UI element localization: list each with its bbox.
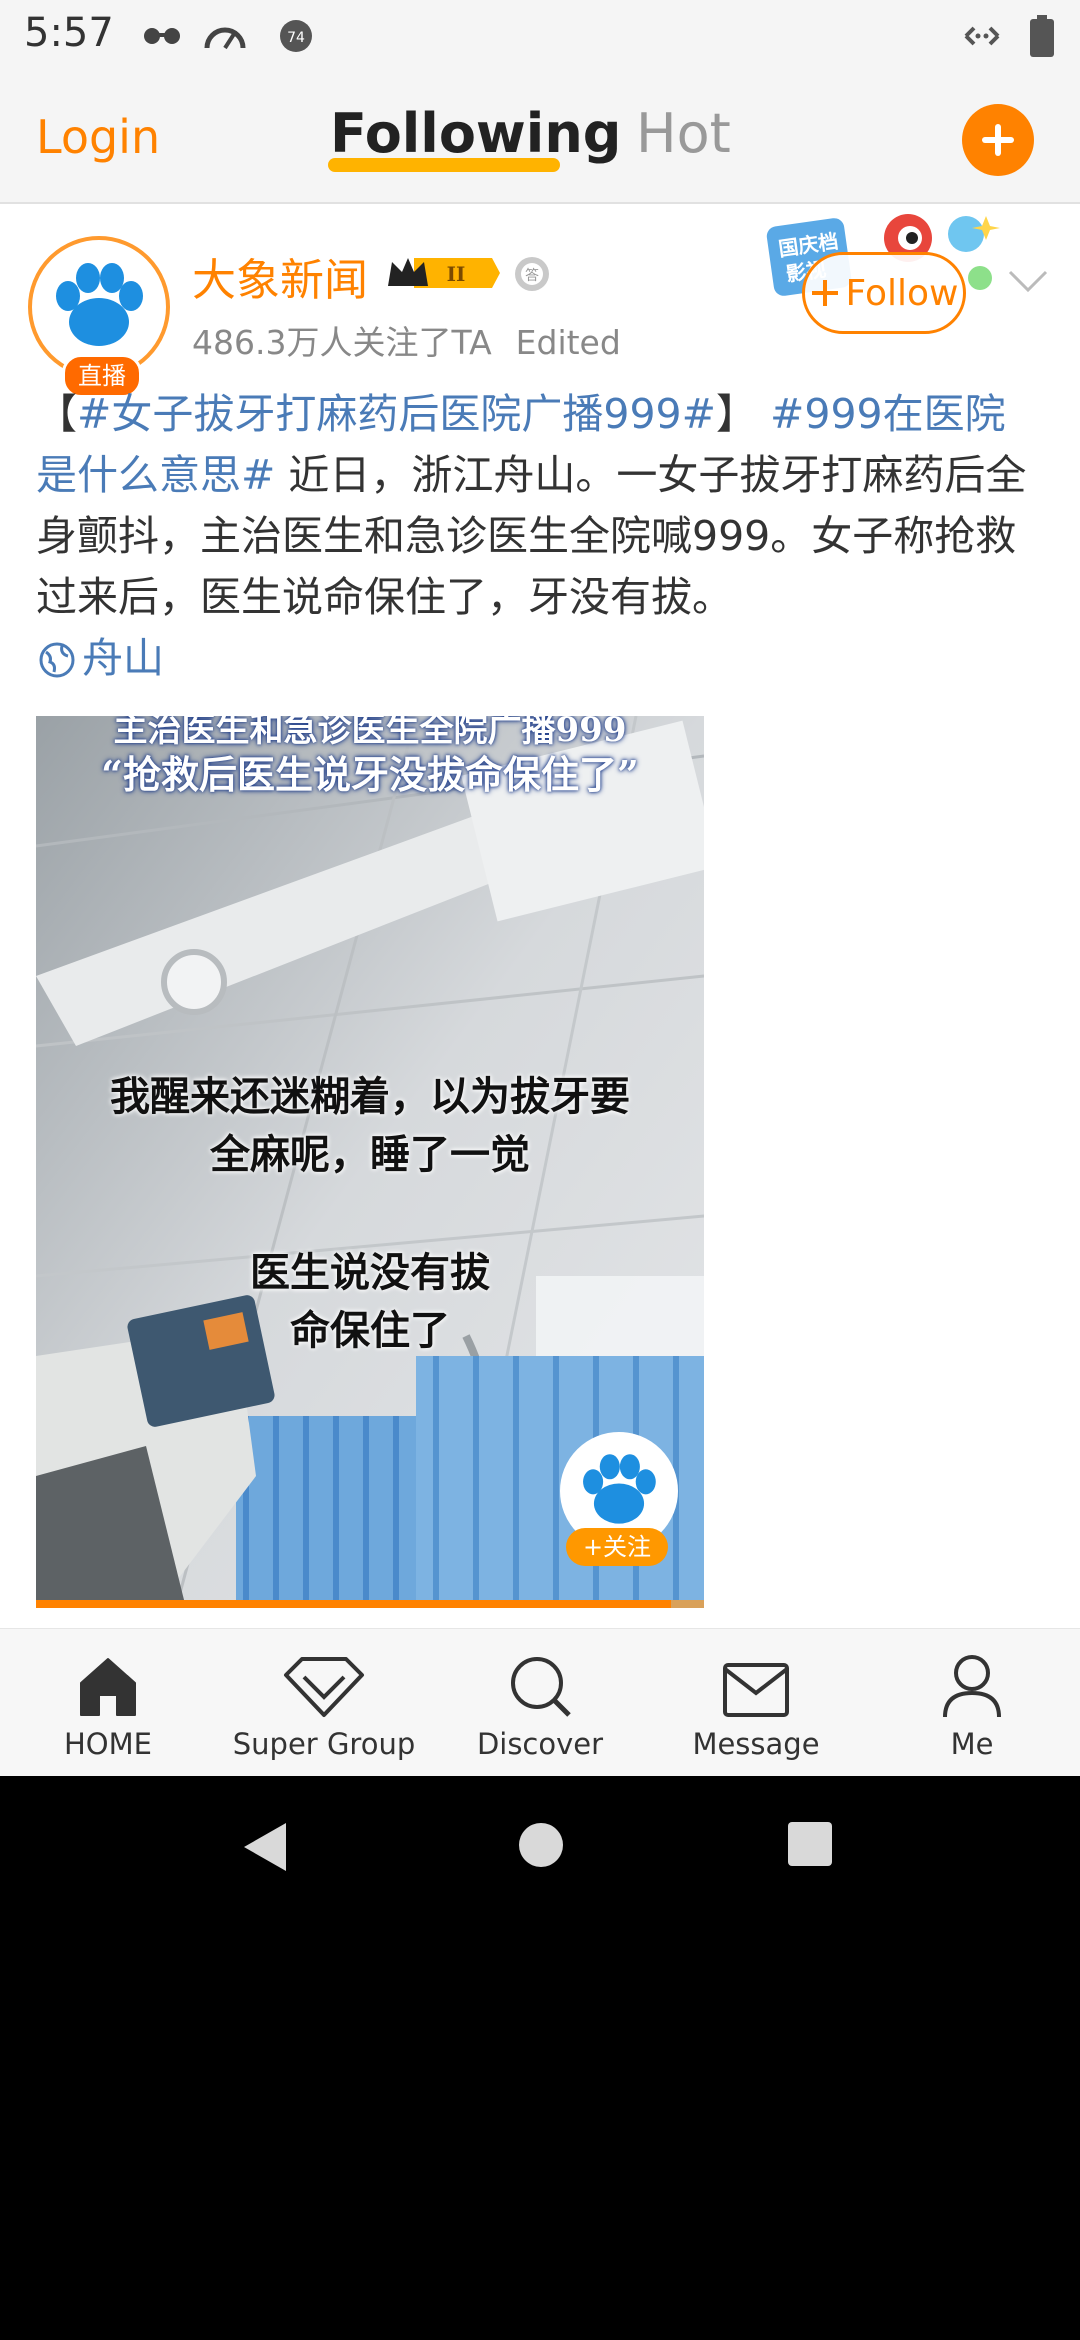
diamond-icon bbox=[224, 1647, 424, 1719]
app-screen: 5:57 74 Login Following Hot 直播 大象新闻 II 答… bbox=[0, 0, 1080, 1776]
home-circle-icon[interactable] bbox=[516, 1820, 566, 1870]
edited-label: Edited bbox=[515, 323, 621, 362]
system-nav-bar bbox=[0, 1776, 1080, 1916]
search-icon bbox=[440, 1647, 640, 1719]
caption-2-line-2: 命保住了 bbox=[290, 1307, 450, 1354]
author-name[interactable]: 大象新闻 bbox=[192, 244, 368, 308]
incognito-icon bbox=[140, 14, 184, 62]
plus-icon bbox=[811, 280, 838, 306]
video-progress-fill bbox=[36, 1600, 671, 1608]
bracket-open: 【 bbox=[36, 390, 77, 438]
video-caption-1: 我醒来还迷糊着，以为拔牙要 全麻呢，睡了一觉 bbox=[36, 1068, 704, 1184]
nav-super-group-label: Super Group bbox=[232, 1727, 416, 1761]
bottom-nav: HOME Super Group Discover Message Me bbox=[0, 1628, 1080, 1776]
location-link[interactable]: 舟山 bbox=[36, 628, 164, 689]
hashtag-link[interactable]: #女子拔牙打麻药后医院广播999# bbox=[77, 390, 716, 438]
svg-text:II: II bbox=[447, 262, 466, 286]
follow-label: Follow bbox=[845, 272, 959, 314]
follower-count-text: 486.3万人关注了TA bbox=[192, 323, 492, 362]
tab-hot[interactable]: Hot bbox=[636, 102, 731, 165]
speedometer-icon bbox=[202, 14, 248, 62]
nav-home[interactable]: HOME bbox=[8, 1647, 208, 1761]
nav-me-label: Me bbox=[950, 1727, 994, 1761]
status-bar: 5:57 74 bbox=[0, 0, 1080, 72]
login-link[interactable]: Login bbox=[36, 110, 160, 164]
nav-me[interactable]: Me bbox=[872, 1647, 1072, 1761]
status-right bbox=[958, 14, 1056, 62]
caption-2-line-1: 医生说没有拔 bbox=[250, 1249, 490, 1296]
overlay-line-2: “抢救后医生说牙没拔命保住了” bbox=[101, 752, 639, 797]
medal-icon: 答 bbox=[512, 252, 552, 298]
nav-discover-label: Discover bbox=[476, 1727, 604, 1761]
back-icon[interactable] bbox=[240, 1820, 290, 1874]
nav-message-label: Message bbox=[692, 1727, 820, 1761]
video-caption-2: 医生说没有拔 命保住了 bbox=[36, 1244, 704, 1360]
chevron-down-icon[interactable] bbox=[1006, 266, 1050, 300]
status-time: 5:57 bbox=[24, 10, 114, 56]
bracket-close: 】 bbox=[715, 390, 757, 438]
svg-text:74: 74 bbox=[287, 30, 305, 46]
caption-1-line-1: 我醒来还迷糊着，以为拔牙要 bbox=[110, 1073, 630, 1120]
nav-home-label: HOME bbox=[64, 1727, 152, 1761]
compose-button[interactable] bbox=[962, 104, 1034, 176]
video-progress-bar bbox=[36, 1600, 704, 1608]
location-label: 舟山 bbox=[82, 634, 164, 682]
notification-74-icon: 74 bbox=[276, 14, 316, 62]
globe-location-icon bbox=[39, 642, 75, 677]
video-follow-button[interactable]: +关注 bbox=[566, 1528, 668, 1566]
recents-icon[interactable] bbox=[786, 1820, 834, 1868]
caption-1-line-2: 全麻呢，睡了一觉 bbox=[210, 1131, 530, 1178]
battery-icon bbox=[1028, 14, 1056, 62]
nav-super-group[interactable]: Super Group bbox=[224, 1647, 424, 1761]
follower-count: 486.3万人关注了TA Edited bbox=[192, 316, 621, 364]
tab-following-label: Following bbox=[330, 102, 622, 165]
post-text: 【#女子拔牙打麻药后医院广播999#】 #999在医院是什么意思# 近日，浙江舟… bbox=[36, 384, 1046, 697]
mail-icon bbox=[656, 1647, 856, 1719]
follow-button[interactable]: Follow bbox=[802, 252, 966, 334]
tab-hot-label: Hot bbox=[636, 102, 731, 165]
vip-crown-icon: II bbox=[384, 252, 502, 298]
video-thumbnail[interactable]: 主治医生和急诊医生全院广播999 “抢救后医生说牙没拔命保住了” 我醒来还迷糊着… bbox=[36, 716, 704, 1608]
person-icon bbox=[872, 1647, 1072, 1719]
tab-following[interactable]: Following bbox=[330, 102, 621, 165]
svg-text:答: 答 bbox=[525, 267, 539, 284]
author-avatar[interactable]: 直播 bbox=[28, 236, 170, 398]
plus-icon bbox=[982, 124, 1014, 156]
top-nav: Login Following Hot bbox=[0, 72, 1080, 204]
data-transfer-icon bbox=[958, 16, 1006, 60]
nav-discover[interactable]: Discover bbox=[440, 1647, 640, 1761]
home-icon bbox=[8, 1647, 208, 1719]
nav-message[interactable]: Message bbox=[656, 1647, 856, 1761]
